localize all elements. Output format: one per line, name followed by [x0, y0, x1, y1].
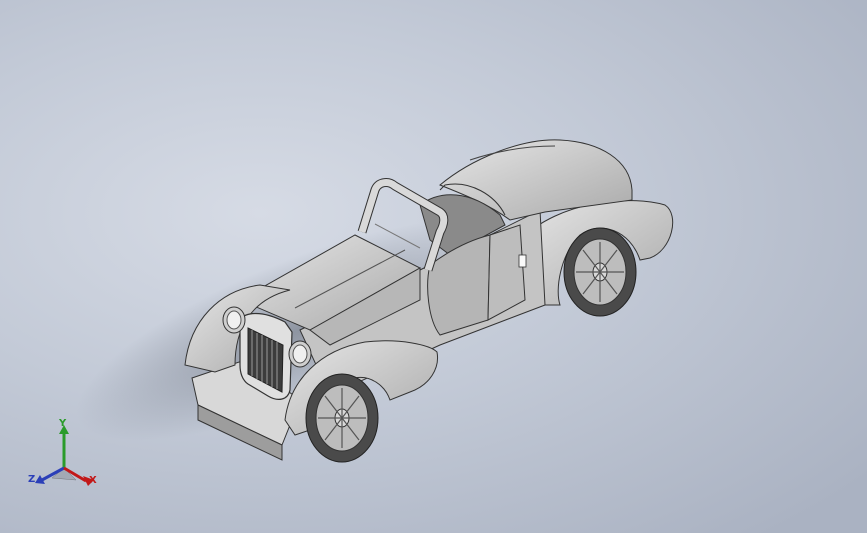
- right-headlight[interactable]: [288, 340, 312, 368]
- rear-wheel[interactable]: [563, 227, 637, 317]
- left-headlight[interactable]: [222, 306, 246, 334]
- car-model[interactable]: [0, 0, 867, 533]
- coordinate-triad[interactable]: Y Z X: [26, 418, 106, 492]
- 3d-viewport[interactable]: Y Z X: [0, 0, 867, 533]
- z-axis-label: Z: [28, 474, 36, 485]
- x-axis-label: X: [89, 475, 97, 486]
- y-axis-label: Y: [59, 418, 67, 429]
- front-wheel[interactable]: [305, 373, 379, 463]
